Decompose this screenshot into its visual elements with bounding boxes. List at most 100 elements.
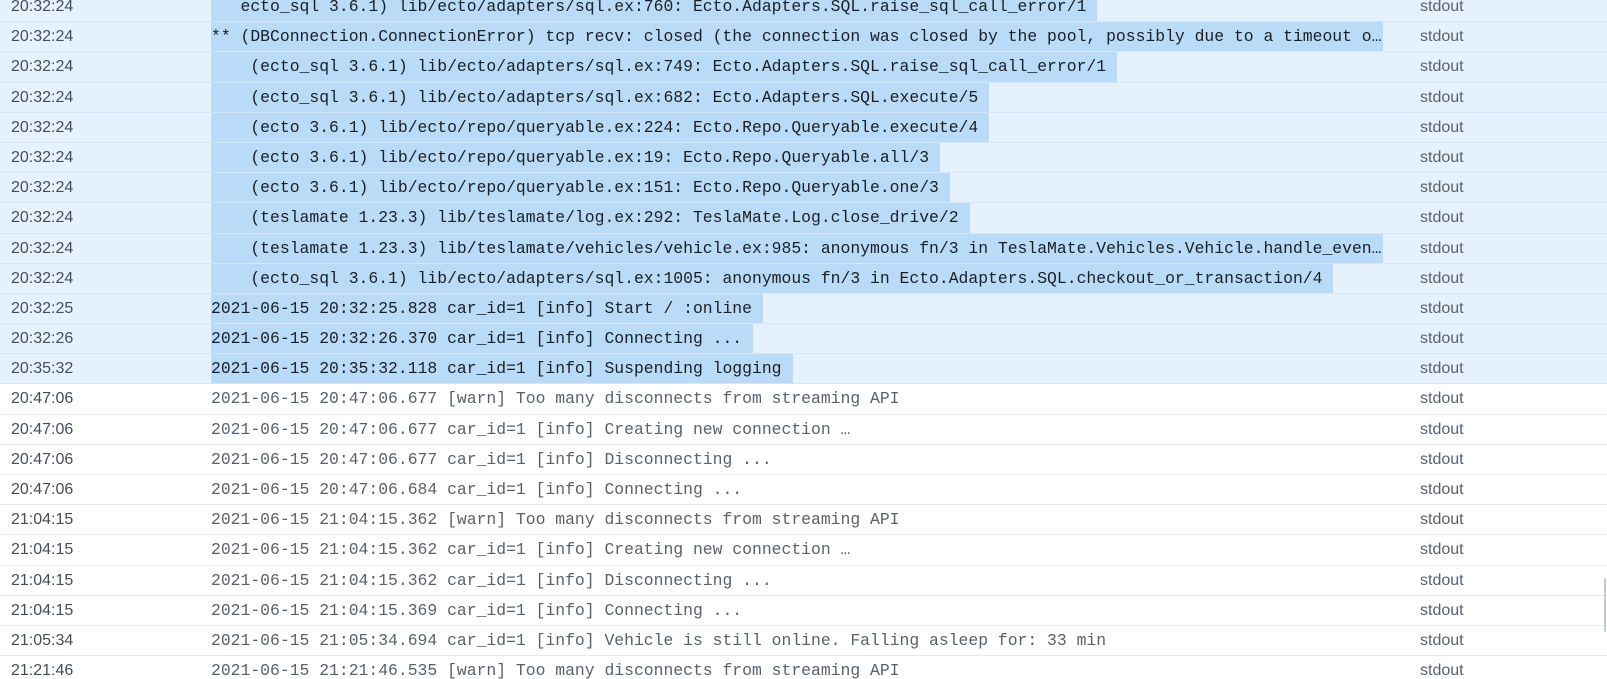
log-source: stdout [1420,209,1464,227]
log-message-cell: ** (DBConnection.ConnectionError) tcp re… [211,22,1383,52]
log-row[interactable]: 20:32:25 2021-06-15 20:32:25.828 car_id=1… [0,293,1607,325]
log-source: stdout [1420,511,1464,529]
log-source: stdout [1420,239,1464,257]
log-source: stdout [1420,481,1464,498]
log-message: (ecto 3.6.1) lib/ecto/repo/queryable.ex:… [211,173,950,203]
vertical-scrollbar[interactable] [1601,0,1607,679]
log-message: 2021-06-15 21:04:15.362 car_id=1 [info] … [211,570,772,590]
log-source: stdout [1420,269,1464,287]
log-source: stdout [1420,88,1464,106]
log-row[interactable]: 20:32:24 ecto_sql 3.6.1) lib/ecto/adapte… [0,0,1607,23]
log-source: stdout [1420,601,1464,619]
log-timestamp: 20:32:24 [11,269,74,287]
log-message: 2021-06-15 20:35:32.118 car_id=1 [info] … [211,354,793,384]
log-message-cell: (ecto 3.6.1) lib/ecto/repo/queryable.ex:… [211,112,1383,142]
log-row[interactable]: 20:47:06 2021-06-15 20:47:06.677 car_id=1… [0,415,1607,445]
log-timestamp: 21:21:46 [11,662,74,679]
log-timestamp: 21:04:15 [11,571,74,589]
log-source: stdout [1420,420,1464,438]
log-source: stdout [1420,571,1464,589]
log-message-cell: 2021-06-15 21:04:15.369 car_id=1 [info] … [211,596,1383,625]
log-message-cell: 2021-06-15 20:32:26.370 car_id=1 [info] … [211,324,1383,354]
log-source: stdout [1420,450,1464,468]
log-row[interactable]: 20:32:24 (ecto 3.6.1) lib/ecto/repo/quer… [0,112,1607,143]
log-message-cell: (ecto 3.6.1) lib/ecto/repo/queryable.ex:… [211,173,1383,203]
log-row[interactable]: 21:04:15 2021-06-15 21:04:15.362 [warn] T… [0,505,1607,536]
log-row[interactable]: 20:32:24 (teslamate 1.23.3) lib/teslamat… [0,203,1607,234]
log-timestamp: 21:04:15 [11,601,74,619]
log-message: 2021-06-15 21:04:15.369 car_id=1 [info] … [211,600,743,620]
log-timestamp: 21:04:15 [11,541,74,559]
log-row[interactable]: 21:21:46 2021-06-15 21:21:46.535 [warn] T… [0,656,1607,679]
log-source: stdout [1420,118,1464,136]
log-message: 2021-06-15 21:04:15.362 car_id=1 [info] … [211,540,851,560]
scrollbar-thumb[interactable] [1604,578,1606,632]
log-row[interactable]: 20:32:24 (ecto_sql 3.6.1) lib/ecto/adapt… [0,52,1607,83]
log-message-cell: 2021-06-15 21:21:46.535 [warn] Too many … [211,656,1383,679]
log-message: (ecto_sql 3.6.1) lib/ecto/adapters/sql.e… [211,263,1334,293]
log-row[interactable]: 20:32:24 (teslamate 1.23.3) lib/teslamat… [0,233,1607,264]
log-row[interactable]: 20:47:06 2021-06-15 20:47:06.677 car_id=1… [0,445,1607,475]
log-message-cell: 2021-06-15 20:47:06.677 [warn] Too many … [211,384,1383,413]
log-row[interactable]: 20:32:26 2021-06-15 20:32:26.370 car_id=1… [0,324,1607,355]
log-message: (ecto 3.6.1) lib/ecto/repo/queryable.ex:… [211,112,990,142]
log-source: stdout [1420,299,1464,317]
log-message: (ecto_sql 3.6.1) lib/ecto/adapters/sql.e… [211,52,1118,82]
log-row[interactable]: 21:04:15 2021-06-15 21:04:15.362 car_id=1… [0,566,1607,596]
log-timestamp: 20:32:24 [11,58,74,76]
log-timestamp: 20:47:06 [11,481,74,498]
log-message-cell: 2021-06-15 20:32:25.828 car_id=1 [info] … [211,293,1383,324]
log-timestamp: 20:47:06 [11,450,74,468]
log-message-cell: (ecto 3.6.1) lib/ecto/repo/queryable.ex:… [211,142,1383,173]
log-timestamp: 20:32:24 [11,28,74,46]
log-row[interactable]: 20:32:24 ** (DBConnection.ConnectionError… [0,22,1607,53]
log-message: 2021-06-15 20:32:26.370 car_id=1 [info] … [211,324,754,354]
log-message-cell: (ecto_sql 3.6.1) lib/ecto/adapters/sql.e… [211,52,1383,82]
log-source: stdout [1420,0,1464,15]
log-timestamp: 20:32:24 [11,118,74,136]
log-row[interactable]: 21:04:15 2021-06-15 21:04:15.369 car_id=1… [0,596,1607,626]
log-message: (teslamate 1.23.3) lib/teslamate/log.ex:… [211,203,970,233]
log-viewer: 20:32:24 ecto_sql 3.6.1) lib/ecto/adapte… [0,0,1607,679]
log-source: stdout [1420,28,1464,46]
log-message-cell: (teslamate 1.23.3) lib/teslamate/log.ex:… [211,203,1383,233]
log-message: (ecto 3.6.1) lib/ecto/repo/queryable.ex:… [211,142,941,173]
log-source: stdout [1420,631,1464,649]
log-row[interactable]: 21:05:34 2021-06-15 21:05:34.694 car_id=1… [0,626,1607,657]
log-timestamp: 20:47:06 [11,390,74,408]
log-message: 2021-06-15 20:47:06.677 [warn] Too many … [211,389,900,409]
log-message-cell: (teslamate 1.23.3) lib/teslamate/vehicle… [211,233,1383,263]
log-message: 2021-06-15 20:47:06.677 car_id=1 [info] … [211,449,772,469]
log-message-cell: 2021-06-15 20:47:06.677 car_id=1 [info] … [211,445,1383,474]
log-list: 20:32:24 ecto_sql 3.6.1) lib/ecto/adapte… [0,0,1607,679]
log-row[interactable]: 20:47:06 2021-06-15 20:47:06.684 car_id=1… [0,475,1607,506]
log-row[interactable]: 21:04:15 2021-06-15 21:04:15.362 car_id=1… [0,535,1607,566]
log-timestamp: 21:05:34 [11,631,74,649]
log-row[interactable]: 20:47:06 2021-06-15 20:47:06.677 [warn] T… [0,384,1607,415]
log-row[interactable]: 20:35:32 2021-06-15 20:35:32.118 car_id=1… [0,354,1607,385]
log-message-cell: (ecto_sql 3.6.1) lib/ecto/adapters/sql.e… [211,263,1383,293]
log-message: 2021-06-15 20:47:06.684 car_id=1 [info] … [211,480,743,499]
log-timestamp: 20:47:06 [11,420,74,438]
log-message-cell: 2021-06-15 21:05:34.694 car_id=1 [info] … [211,626,1383,655]
log-timestamp: 20:32:24 [11,0,74,15]
log-source: stdout [1420,148,1464,166]
log-source: stdout [1420,541,1464,559]
log-source: stdout [1420,360,1464,378]
log-message-cell: 2021-06-15 20:35:32.118 car_id=1 [info] … [211,354,1383,384]
log-row[interactable]: 20:32:24 (ecto 3.6.1) lib/ecto/repo/quer… [0,173,1607,204]
log-row[interactable]: 20:32:24 (ecto_sql 3.6.1) lib/ecto/adapt… [0,263,1607,294]
log-message: 2021-06-15 20:32:25.828 car_id=1 [info] … [211,293,763,324]
log-timestamp: 20:32:24 [11,209,74,227]
log-timestamp: 20:32:24 [11,179,74,197]
log-row[interactable]: 20:32:24 (ecto_sql 3.6.1) lib/ecto/adapt… [0,82,1607,113]
log-timestamp: 20:32:26 [11,330,74,348]
log-source: stdout [1420,390,1464,408]
log-message: (teslamate 1.23.3) lib/teslamate/vehicle… [211,233,1383,263]
log-message-cell: 2021-06-15 20:47:06.684 car_id=1 [info] … [211,475,1383,504]
log-source: stdout [1420,330,1464,348]
log-timestamp: 21:04:15 [11,511,74,529]
log-source: stdout [1420,662,1464,679]
log-message-cell: 2021-06-15 21:04:15.362 car_id=1 [info] … [211,566,1383,595]
log-row[interactable]: 20:32:24 (ecto 3.6.1) lib/ecto/repo/quer… [0,142,1607,174]
